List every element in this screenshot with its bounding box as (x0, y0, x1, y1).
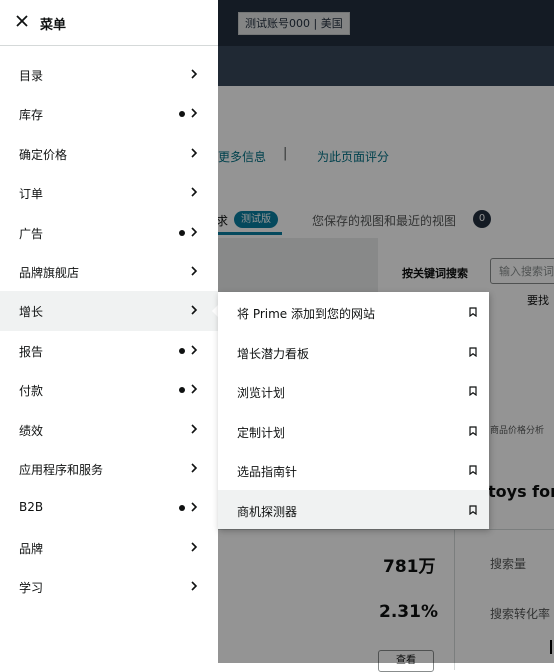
menu-item-13[interactable]: 学习 (0, 567, 218, 606)
bookmark-icon[interactable] (469, 504, 477, 515)
chevron-right-icon (191, 305, 198, 315)
notification-dot-icon (179, 229, 185, 236)
menu-item-label: 确定价格 (19, 147, 68, 162)
chevron-right-icon (191, 542, 198, 552)
menu-item-9[interactable]: 绩效 (0, 410, 218, 449)
menu-item-label: 增长 (19, 305, 44, 320)
chevron-right-icon (191, 226, 198, 237)
submenu-item-label: 定制计划 (237, 425, 286, 440)
submenu-item-label: 浏览计划 (237, 386, 286, 400)
menu-item-label: 订单 (19, 187, 44, 202)
chevron-right-icon (191, 345, 198, 355)
menu-item-0[interactable]: 目录 (0, 55, 218, 94)
menu-item-label: 广告 (19, 226, 44, 241)
bookmark-icon[interactable] (469, 386, 477, 396)
text-cursor (550, 640, 552, 654)
bookmark-icon[interactable] (469, 307, 477, 317)
submenu-item-4[interactable]: 选品指南针 (218, 450, 489, 490)
menu-item-label: 品牌旗舰店 (19, 265, 80, 280)
chevron-right-icon (191, 266, 198, 276)
menu-item-11[interactable]: B2B (0, 488, 218, 527)
drawer-title: 菜单 (40, 18, 67, 33)
menu-item-label: B2B (19, 500, 44, 515)
bookmark-icon[interactable] (469, 425, 477, 436)
notification-dot-icon (179, 505, 185, 512)
menu-item-8[interactable]: 付款 (0, 370, 218, 409)
submenu-item-label: 将 Prime 添加到您的网站 (237, 307, 375, 321)
growth-submenu: 将 Prime 添加到您的网站 增长潜力看板 浏览计划定制计划选品指南针商机探测器 (218, 292, 489, 529)
drawer-header: 菜单 (0, 0, 218, 46)
menu-item-label: 报告 (19, 344, 44, 359)
menu-item-label: 应用程序和服务 (19, 462, 104, 477)
menu-item-12[interactable]: 品牌 (0, 528, 218, 567)
menu-item-label: 学习 (19, 581, 44, 596)
menu-item-4[interactable]: 广告 (0, 213, 218, 252)
chevron-right-icon (191, 502, 198, 512)
submenu-item-label: 增长潜力看板 (237, 346, 310, 361)
chevron-right-icon (191, 581, 198, 591)
submenu-item-label: 选品指南针 (237, 465, 298, 479)
bookmark-icon[interactable] (469, 465, 477, 475)
menu-item-3[interactable]: 订单 (0, 173, 218, 212)
submenu-item-5[interactable]: 商机探测器 (218, 489, 489, 529)
menu-item-1[interactable]: 库存 (0, 94, 218, 133)
chevron-right-icon (191, 384, 198, 394)
submenu-item-3[interactable]: 定制计划 (218, 411, 489, 451)
menu-item-5[interactable]: 品牌旗舰店 (0, 252, 218, 291)
menu-item-2[interactable]: 确定价格 (0, 134, 218, 173)
menu-item-7[interactable]: 报告 (0, 331, 218, 370)
chevron-right-icon (191, 463, 198, 473)
chevron-right-icon (191, 148, 198, 158)
submenu-item-0[interactable]: 将 Prime 添加到您的网站 (218, 292, 489, 332)
submenu-item-label: 商机探测器 (237, 504, 298, 519)
notification-dot-icon (179, 111, 185, 118)
close-icon[interactable] (15, 14, 29, 28)
notification-dot-icon (179, 387, 185, 394)
submenu-item-2[interactable]: 浏览计划 (218, 371, 489, 411)
menu-drawer: 菜单 目录库存确定价格订单广告品牌旗舰店增长报告付款绩效应用程序和服务 B2B 品牌… (0, 0, 218, 663)
menu-item-label: 品牌 (19, 541, 44, 556)
chevron-right-icon (191, 108, 198, 118)
menu-item-label: 绩效 (19, 423, 44, 438)
chevron-right-icon (191, 423, 198, 434)
notification-dot-icon (179, 347, 185, 354)
chevron-right-icon (191, 187, 198, 197)
menu-item-6[interactable]: 增长 (0, 291, 218, 331)
bookmark-icon[interactable] (469, 346, 477, 357)
menu-list: 目录库存确定价格订单广告品牌旗舰店增长报告付款绩效应用程序和服务 B2B 品牌学习 (0, 55, 218, 606)
menu-item-label: 付款 (19, 384, 44, 399)
chevron-right-icon (191, 69, 198, 79)
submenu-item-1[interactable]: 增长潜力看板 (218, 332, 489, 372)
menu-item-label: 库存 (19, 108, 44, 123)
menu-item-10[interactable]: 应用程序和服务 (0, 449, 218, 488)
menu-item-label: 目录 (19, 69, 44, 83)
